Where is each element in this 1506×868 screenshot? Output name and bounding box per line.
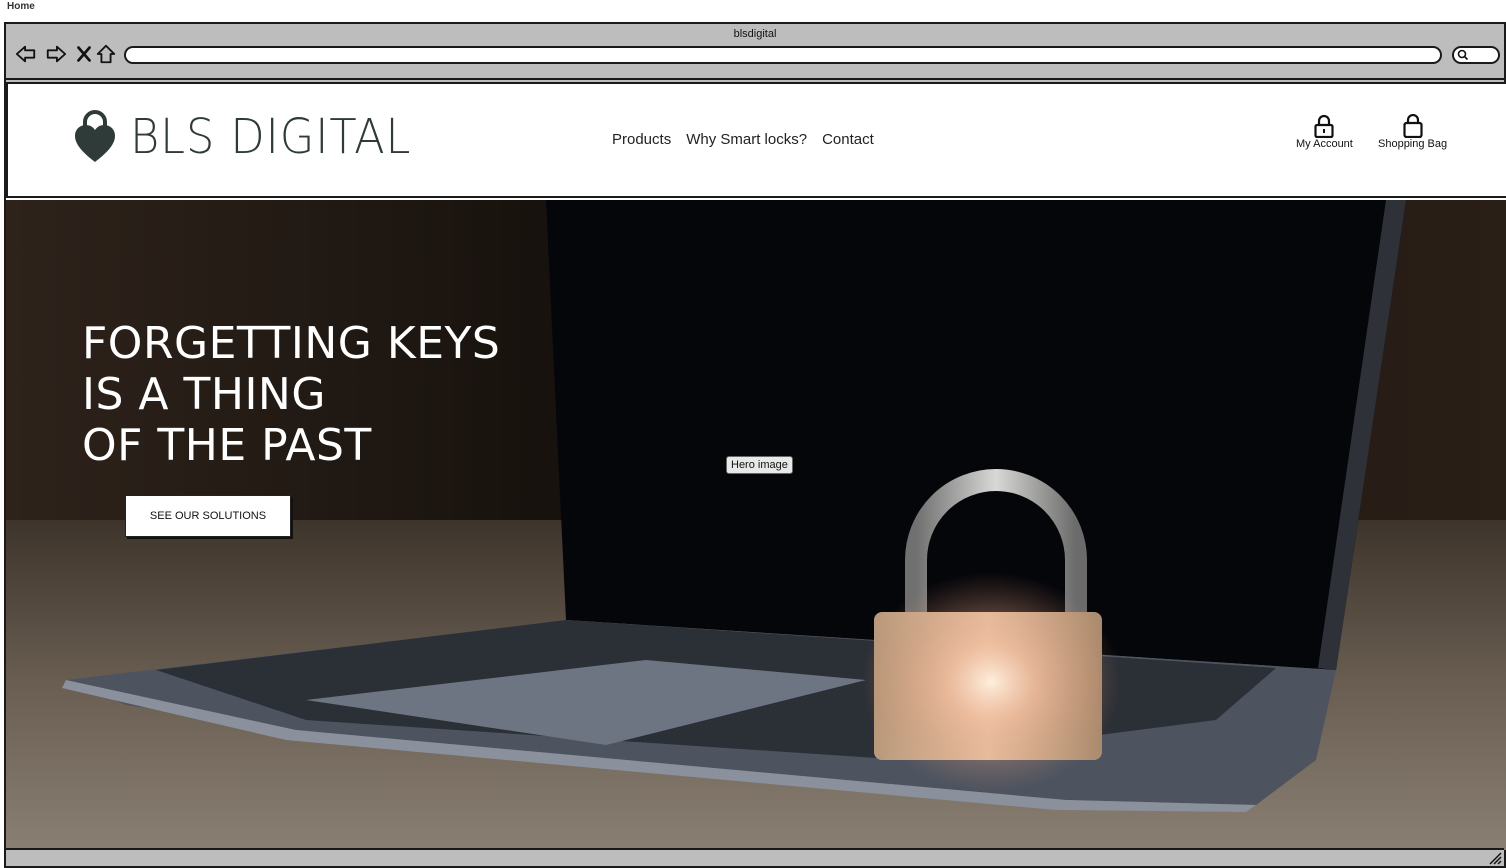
see-our-solutions-button[interactable]: SEE OUR SOLUTIONS: [125, 495, 291, 537]
brand-name: BLS DIGITAL: [130, 109, 412, 165]
hero-heading-line-1: FORGETTING KEYS: [82, 318, 501, 369]
site-header: BLS DIGITAL Products Why Smart locks? Co…: [6, 82, 1506, 198]
close-icon: [77, 46, 91, 62]
browser-toolbar: blsdigital: [6, 24, 1504, 80]
browser-statusbar: [6, 848, 1504, 866]
back-button[interactable]: [14, 42, 38, 66]
nav-link-contact[interactable]: Contact: [822, 131, 874, 148]
heart-padlock-icon: [75, 110, 115, 162]
page-label: Home: [7, 1, 35, 12]
browser-search-box[interactable]: [1452, 46, 1500, 64]
brand-logo[interactable]: BLS DIGITAL: [74, 110, 433, 164]
padlock-icon: [1314, 114, 1335, 138]
back-arrow-icon: [15, 45, 36, 63]
my-account-button[interactable]: My Account: [1296, 114, 1353, 150]
hero-image-tag: Hero image: [726, 456, 793, 474]
hero-heading-line-2: IS A THING: [82, 369, 326, 420]
forward-button[interactable]: [44, 42, 68, 66]
shopping-bag-button[interactable]: Shopping Bag: [1378, 114, 1447, 150]
home-button[interactable]: [94, 42, 118, 66]
forward-arrow-icon: [46, 45, 67, 63]
shopping-bag-icon: [1402, 114, 1423, 138]
hero-heading-line-3: OF THE PAST: [82, 420, 372, 471]
stop-button[interactable]: [72, 42, 96, 66]
my-account-label: My Account: [1296, 138, 1353, 150]
hero-heading: FORGETTING KEYS IS A THING OF THE PAST: [82, 318, 500, 471]
resize-grip-icon[interactable]: [1488, 851, 1502, 865]
main-nav: Products Why Smart locks? Contact: [612, 131, 874, 148]
home-icon: [96, 44, 116, 64]
page-viewport: BLS DIGITAL Products Why Smart locks? Co…: [6, 82, 1506, 850]
nav-link-why-smart-locks[interactable]: Why Smart locks?: [686, 131, 807, 148]
hero-section: FORGETTING KEYS IS A THING OF THE PAST S…: [6, 200, 1506, 850]
nav-link-products[interactable]: Products: [612, 131, 671, 148]
shopping-bag-label: Shopping Bag: [1378, 138, 1448, 150]
browser-window: blsdigital BLS DIGITAL Products Why Smar…: [4, 22, 1506, 868]
window-title: blsdigital: [733, 28, 777, 40]
address-bar[interactable]: [124, 46, 1442, 64]
search-icon: [1457, 49, 1469, 61]
